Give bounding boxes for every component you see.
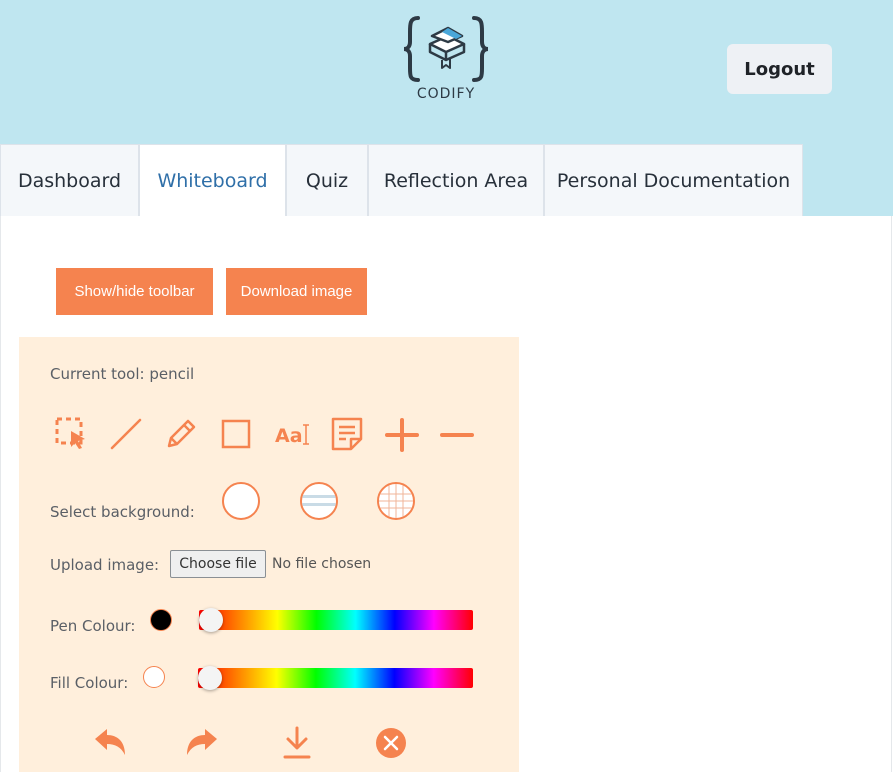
undo-icon[interactable] [93,727,127,759]
select-icon[interactable] [55,417,89,451]
line-icon[interactable] [109,417,143,451]
brand-logo[interactable]: CODIFY [402,14,490,106]
whiteboard-toolbar: Current tool: pencil Aa Select backgroun… [19,337,519,772]
pen-colour-slider[interactable] [199,608,473,632]
nav-tabs: Dashboard Whiteboard Quiz Reflection Are… [0,144,803,216]
tab-personal-documentation[interactable]: Personal Documentation [544,144,803,216]
lined-background-icon[interactable] [299,481,339,521]
sticky-note-icon[interactable] [330,416,364,452]
choose-file-button[interactable]: Choose file [170,550,266,578]
zoom-out-icon[interactable] [440,418,474,452]
logout-button[interactable]: Logout [727,44,832,94]
brand-name: CODIFY [416,86,476,102]
clear-icon[interactable] [375,727,407,759]
text-icon[interactable]: Aa [274,419,310,449]
tab-dashboard[interactable]: Dashboard [0,144,139,216]
rectangle-icon[interactable] [220,418,252,450]
books-braces-logo-icon [403,16,489,82]
current-tool-text: Current tool: pencil [50,365,195,383]
fill-colour-slider[interactable] [198,666,473,690]
fill-colour-swatch[interactable] [143,666,165,688]
fill-colour-label: Fill Colour: [50,674,129,692]
pen-colour-label: Pen Colour: [50,617,136,635]
redo-icon[interactable] [185,727,219,759]
show-hide-toolbar-button[interactable]: Show/hide toolbar [56,268,213,315]
fill-colour-slider-thumb[interactable] [198,666,222,690]
download-image-button[interactable]: Download image [226,268,367,315]
file-status-text: No file chosen [272,556,372,572]
tab-quiz[interactable]: Quiz [286,144,368,216]
pen-colour-slider-thumb[interactable] [199,608,223,632]
upload-image-label: Upload image: [50,556,160,574]
zoom-in-icon[interactable] [385,418,419,452]
blank-background-icon[interactable] [221,481,261,521]
download-icon[interactable] [282,725,312,761]
tab-reflection-area[interactable]: Reflection Area [368,144,544,216]
background-label: Select background: [50,503,195,521]
svg-text:Aa: Aa [275,425,303,447]
grid-background-icon[interactable] [376,481,416,521]
pen-colour-swatch[interactable] [150,609,172,631]
tab-whiteboard[interactable]: Whiteboard [139,144,286,216]
pencil-icon[interactable] [164,417,198,451]
